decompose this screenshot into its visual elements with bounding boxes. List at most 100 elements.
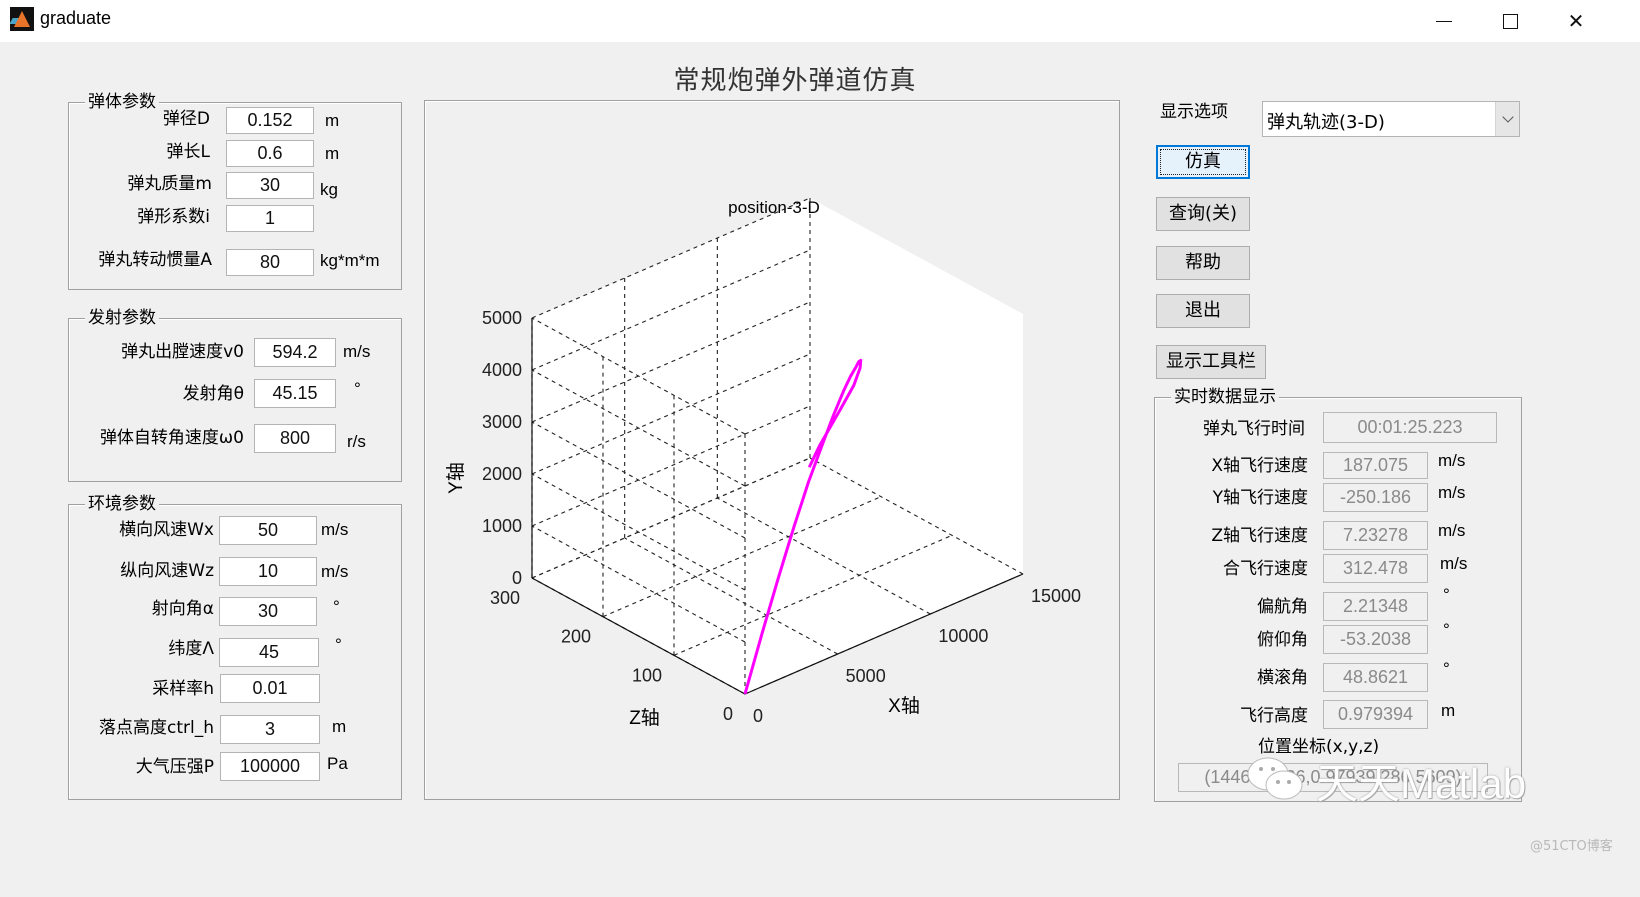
x-tick-label: 10000 <box>938 626 988 646</box>
watermark-footer: @51CTO博客 <box>1530 839 1613 854</box>
wechat-icon <box>1247 757 1303 800</box>
latitude-input[interactable] <box>219 638 319 667</box>
help-button[interactable]: 帮助 <box>1156 246 1250 280</box>
field-label: 大气压强P <box>135 757 214 777</box>
readout-label: Z轴飞行速度 <box>1211 526 1308 546</box>
plot-panel: 0 1000 2000 3000 4000 5000 0 100 200 300 0 5000 1000… <box>424 100 1120 800</box>
y-velocity-value: -250.186 <box>1323 483 1428 512</box>
field-label: 横向风速Wx <box>119 520 214 540</box>
unit: ° <box>1443 585 1450 604</box>
readout-label: 合飞行速度 <box>1223 559 1308 579</box>
field-label: 弹丸转动惯量A <box>98 250 212 270</box>
pressure-input[interactable] <box>220 752 320 781</box>
group-title: 实时数据显示 <box>1171 386 1279 408</box>
display-option-select[interactable]: 弹丸轨迹(3-D) <box>1262 101 1520 137</box>
sample-rate-input[interactable] <box>220 674 320 703</box>
launch-angle-input[interactable] <box>254 379 336 408</box>
minimize-button[interactable] <box>1412 0 1476 42</box>
chart-title: position-3-D <box>728 198 820 217</box>
exit-button[interactable]: 退出 <box>1156 294 1250 328</box>
roll-angle-value: 48.8621 <box>1323 663 1428 692</box>
z-tick-label: 200 <box>561 627 591 647</box>
matlab-logo-icon <box>10 7 34 31</box>
trajectory-3d-plot[interactable]: 0100020003000400050000100200300050001000… <box>425 101 1121 801</box>
main-title: 常规炮弹外弹道仿真 <box>673 66 917 96</box>
shape-coef-input[interactable] <box>226 205 314 232</box>
unit: ° <box>335 635 342 654</box>
length-input[interactable] <box>226 140 314 167</box>
title-bar: graduate ✕ <box>0 0 1640 42</box>
group-title: 环境参数 <box>85 493 159 515</box>
x-tick-label: 0 <box>753 706 763 726</box>
diameter-input[interactable] <box>226 107 314 134</box>
spin-rate-input[interactable] <box>254 424 336 453</box>
altitude-value: 0.979394 <box>1323 700 1428 729</box>
close-button[interactable]: ✕ <box>1544 0 1608 42</box>
field-label: 弹丸质量m <box>127 174 212 194</box>
z-tick-label: 100 <box>632 665 662 685</box>
muzzle-velocity-input[interactable] <box>254 338 336 367</box>
unit: m <box>332 717 347 736</box>
unit: m <box>1441 701 1456 720</box>
z-tick-label: 300 <box>490 588 520 608</box>
unit: m/s <box>321 520 349 539</box>
field-label: 弹体自转角速度ω0 <box>99 428 244 448</box>
minimize-icon <box>1436 20 1452 22</box>
yaw-angle-value: 2.21348 <box>1323 592 1428 621</box>
y-tick-label: 0 <box>512 568 522 588</box>
simulate-button[interactable]: 仿真 <box>1156 145 1250 179</box>
readout-label: 偏航角 <box>1257 597 1308 617</box>
z-velocity-value: 7.23278 <box>1323 521 1428 550</box>
y-tick-label: 4000 <box>482 360 522 380</box>
group-title: 发射参数 <box>85 307 159 329</box>
unit: m/s <box>1438 451 1466 470</box>
maximize-button[interactable] <box>1478 0 1542 42</box>
azimuth-input[interactable] <box>219 597 317 626</box>
field-label: 纬度Λ <box>168 639 214 659</box>
wind-z-input[interactable] <box>219 557 317 586</box>
field-label: 射向角α <box>151 599 214 619</box>
unit: ° <box>1443 659 1450 678</box>
unit: m/s <box>321 562 349 581</box>
watermark-text: 天天Matlab <box>1316 760 1527 807</box>
show-toolbar-button[interactable]: 显示工具栏 <box>1156 345 1266 379</box>
unit: kg <box>320 180 338 199</box>
x-axis-label: X轴 <box>888 695 920 717</box>
field-label: 弹径D <box>162 109 210 129</box>
flight-time-label: 弹丸飞行时间 <box>1203 419 1305 439</box>
y-axis-label: Y轴 <box>445 462 467 494</box>
mass-input[interactable] <box>226 172 314 199</box>
readout-label: 飞行高度 <box>1240 706 1308 726</box>
unit: m <box>325 144 340 163</box>
total-velocity-value: 312.478 <box>1323 554 1428 583</box>
unit: m/s <box>1438 521 1466 540</box>
query-button[interactable]: 查询(关) <box>1156 197 1250 231</box>
window-title: graduate <box>40 8 112 28</box>
flight-time-value: 00:01:25.223 <box>1323 412 1497 443</box>
unit: m/s <box>1440 554 1468 573</box>
chevron-down-icon[interactable] <box>1495 102 1519 136</box>
field-label: 纵向风速Wz <box>120 561 214 581</box>
unit: kg*m*m <box>320 251 380 270</box>
field-label: 弹丸出膛速度v0 <box>121 342 244 362</box>
unit: m <box>325 111 340 130</box>
field-label: 弹形系数i <box>137 207 210 227</box>
field-label: 发射角θ <box>182 384 244 404</box>
field-label: 弹长L <box>166 142 210 162</box>
unit: m/s <box>1438 483 1466 502</box>
readout-label: 俯仰角 <box>1257 630 1308 650</box>
readout-label: X轴飞行速度 <box>1211 456 1308 476</box>
x-velocity-value: 187.075 <box>1323 452 1428 479</box>
readout-label: 横滚角 <box>1257 668 1308 688</box>
unit: ° <box>354 379 361 398</box>
unit: Pa <box>327 754 348 773</box>
y-tick-label: 1000 <box>482 516 522 536</box>
wind-x-input[interactable] <box>219 516 317 545</box>
unit: m/s <box>343 342 371 361</box>
field-label: 采样率h <box>152 679 214 699</box>
display-option-value: 弹丸轨迹(3-D) <box>1267 112 1385 133</box>
maximize-icon <box>1502 13 1518 29</box>
display-option-label: 显示选项 <box>1160 102 1228 122</box>
inertia-input[interactable] <box>226 249 314 276</box>
impact-height-input[interactable] <box>220 715 320 744</box>
